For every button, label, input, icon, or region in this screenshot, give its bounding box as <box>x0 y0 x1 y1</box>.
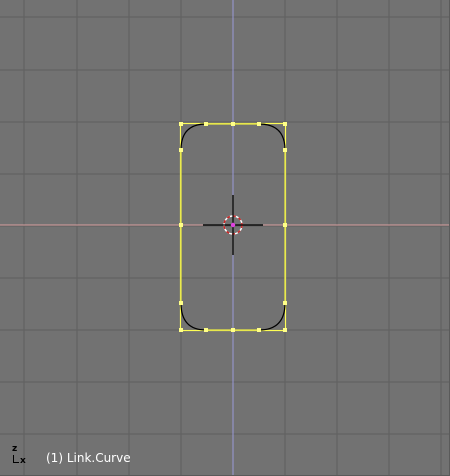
grid <box>0 0 450 476</box>
control-vertex[interactable] <box>204 122 208 126</box>
viewport-canvas[interactable] <box>0 0 450 476</box>
control-vertex[interactable] <box>231 122 235 126</box>
control-vertex[interactable] <box>283 223 287 227</box>
control-vertex[interactable] <box>283 148 287 152</box>
control-vertex[interactable] <box>179 301 183 305</box>
3d-viewport[interactable]: z x (1) Link.Curve <box>0 0 450 476</box>
axis-x-label: x <box>20 456 26 466</box>
control-vertex[interactable] <box>179 328 183 332</box>
control-vertex[interactable] <box>179 223 183 227</box>
control-vertex[interactable] <box>283 122 287 126</box>
3d-cursor[interactable] <box>203 195 263 255</box>
control-vertex[interactable] <box>231 328 235 332</box>
control-vertex[interactable] <box>204 328 208 332</box>
control-vertex[interactable] <box>283 301 287 305</box>
control-vertex[interactable] <box>179 122 183 126</box>
axis-z-label: z <box>12 444 18 454</box>
object-origin-dot <box>230 222 236 228</box>
control-vertex[interactable] <box>283 328 287 332</box>
active-object-label: (1) Link.Curve <box>46 451 131 465</box>
axis-orientation-widget: z x <box>6 443 34 469</box>
control-vertex[interactable] <box>257 122 261 126</box>
control-vertex[interactable] <box>257 328 261 332</box>
control-vertex[interactable] <box>179 148 183 152</box>
axis-corner-icon <box>13 455 19 463</box>
